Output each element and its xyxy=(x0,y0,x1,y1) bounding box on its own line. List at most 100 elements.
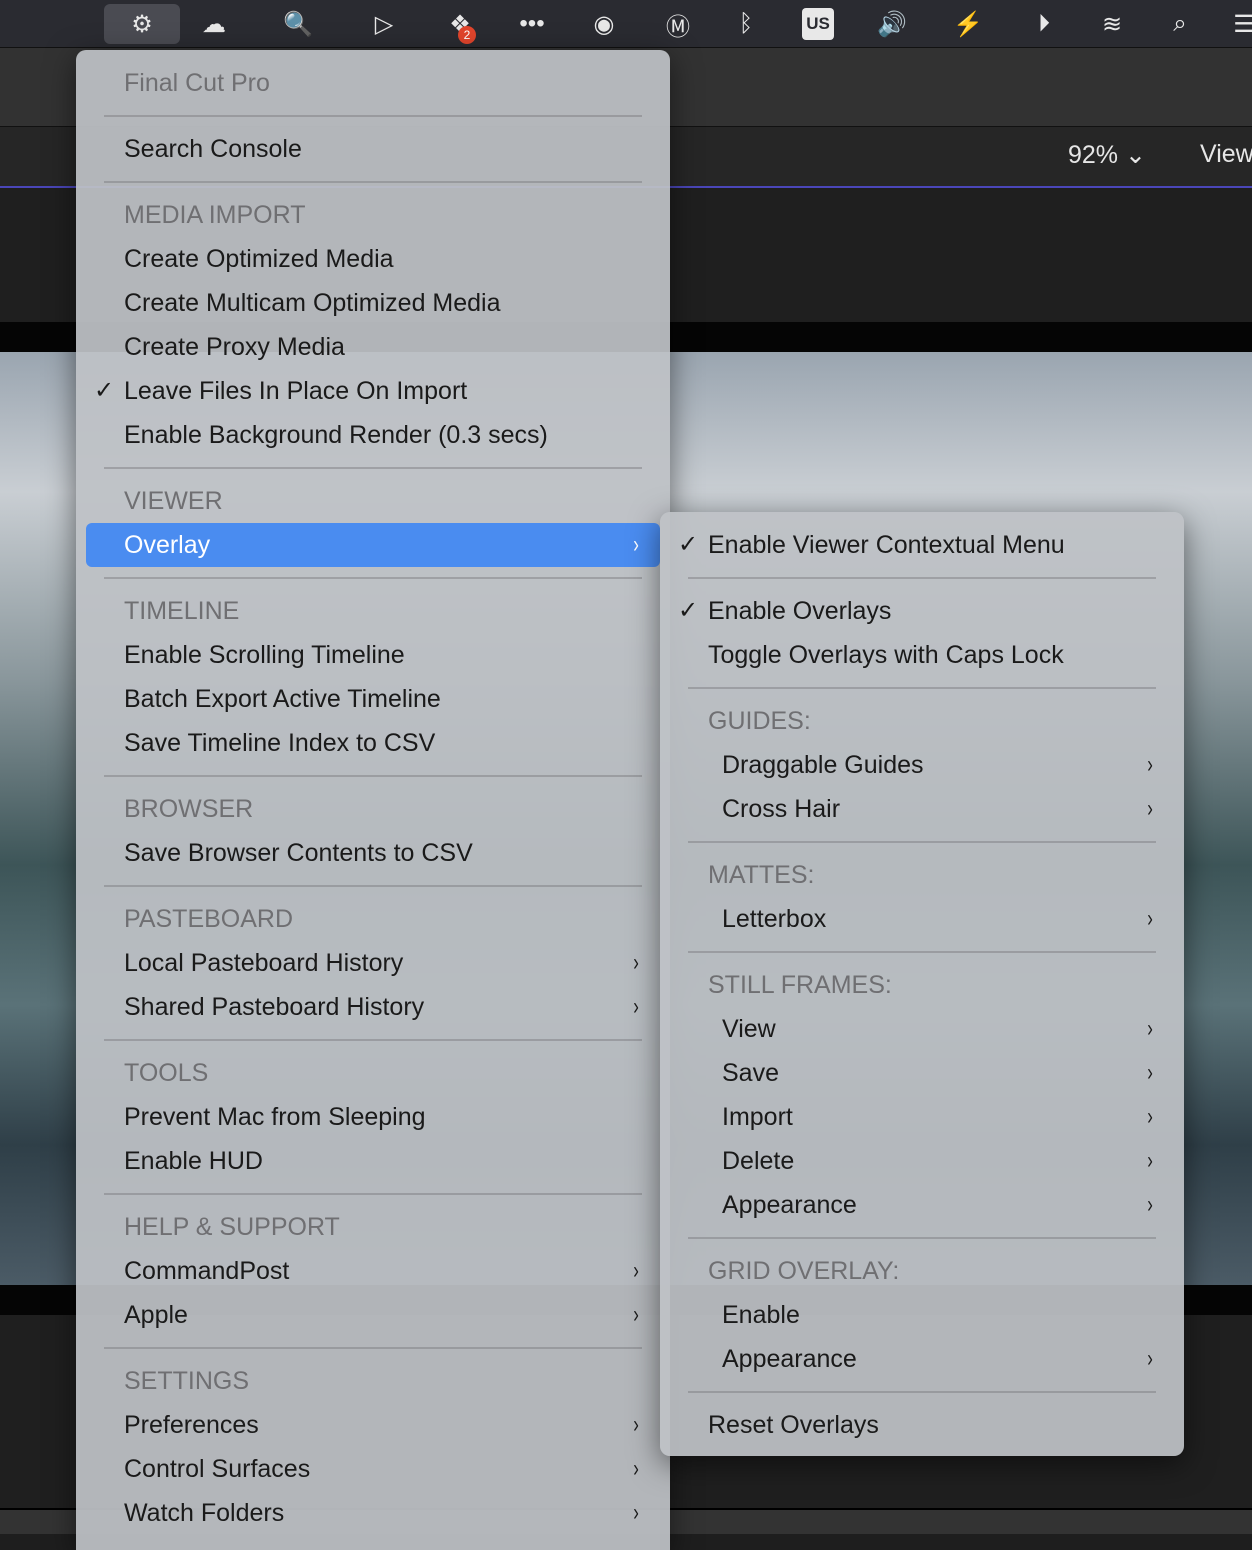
bluetooth-icon[interactable]: ᛒ xyxy=(724,4,768,44)
audio-waveform-icon[interactable]: ◉ xyxy=(582,4,626,44)
menu-item-label: Create Proxy Media xyxy=(124,333,345,361)
commandpost-icon[interactable]: ⚙ xyxy=(104,4,180,44)
battery-charging-icon[interactable]: ⚡ xyxy=(946,4,990,44)
menu-item-watch-folders[interactable]: Watch Folders › xyxy=(76,1491,670,1535)
chevron-right-icon: › xyxy=(1147,751,1153,778)
menu-item-label: STILL FRAMES: xyxy=(708,971,892,999)
menu-item-toggle-overlays-with-caps-lock[interactable]: Toggle Overlays with Caps Lock xyxy=(660,633,1184,677)
menu-item-label: Create Multicam Optimized Media xyxy=(124,289,501,317)
viewer-view-menu[interactable]: View xyxy=(1200,140,1252,169)
menu-item-letterbox[interactable]: Letterbox › xyxy=(660,897,1184,941)
menu-item-label: Import xyxy=(722,1103,793,1131)
menu-item-control-surfaces[interactable]: Control Surfaces › xyxy=(76,1447,670,1491)
menu-item-import[interactable]: Import › xyxy=(660,1095,1184,1139)
dropbox-icon[interactable]: ❖ 2 xyxy=(438,4,482,44)
menu-item-appearance[interactable]: Appearance › xyxy=(660,1337,1184,1381)
menu-item-enable-viewer-contextual-menu[interactable]: ✓ Enable Viewer Contextual Menu xyxy=(660,523,1184,567)
menu-item-label: Prevent Mac from Sleeping xyxy=(124,1103,426,1131)
menu-item-create-proxy-media[interactable]: Create Proxy Media xyxy=(76,325,670,369)
menu-item-label: SETTINGS xyxy=(124,1367,250,1395)
keyboard-input-icon[interactable]: US xyxy=(796,4,840,44)
menu-item-label: Final Cut Pro xyxy=(124,69,270,97)
chevron-right-icon: › xyxy=(633,1411,639,1438)
input-source-label: US xyxy=(802,8,834,40)
menu-item-enable-scrolling-timeline[interactable]: Enable Scrolling Timeline xyxy=(76,633,670,677)
menu-item-label: Search Console xyxy=(124,135,302,163)
menu-item-label: Enable Scrolling Timeline xyxy=(124,641,405,669)
menu-item-label: Watch Folders xyxy=(124,1499,285,1527)
menu-item-label: PASTEBOARD xyxy=(124,905,294,933)
chevron-right-icon: › xyxy=(1147,795,1153,822)
control-center-icon[interactable]: ☰ xyxy=(1222,4,1252,44)
chevron-right-icon: › xyxy=(633,949,639,976)
menu-item-enable-background-render-0-3-secs[interactable]: Enable Background Render (0.3 secs) xyxy=(76,413,670,457)
menu-item-shared-pasteboard-history[interactable]: Shared Pasteboard History › xyxy=(76,985,670,1029)
menu-item-label: Preferences xyxy=(124,1411,259,1439)
menu-item-apple[interactable]: Apple › xyxy=(76,1293,670,1337)
play-icon[interactable]: ⏵ xyxy=(1022,4,1066,44)
menu-item-label: TIMELINE xyxy=(124,597,240,625)
creative-cloud-icon[interactable]: ☁ xyxy=(192,4,236,44)
m-app-icon[interactable]: Ⓜ xyxy=(656,4,700,44)
menu-item-delete[interactable]: Delete › xyxy=(660,1139,1184,1183)
menu-item-label: Enable Background Render (0.3 secs) xyxy=(124,421,548,449)
chevron-right-icon: › xyxy=(633,1301,639,1328)
menu-item-appearance[interactable]: Appearance › xyxy=(660,1183,1184,1227)
menu-item-leave-files-in-place-on-import[interactable]: ✓ Leave Files In Place On Import xyxy=(76,369,670,413)
menu-item-enable-overlays[interactable]: ✓ Enable Overlays xyxy=(660,589,1184,633)
menu-item-label: Save Timeline Index to CSV xyxy=(124,729,436,757)
menu-item-cross-hair[interactable]: Cross Hair › xyxy=(660,787,1184,831)
menu-item-save-timeline-index-to-csv[interactable]: Save Timeline Index to CSV xyxy=(76,721,670,765)
menu-item-label: Enable xyxy=(722,1301,800,1329)
menu-item-prevent-mac-from-sleeping[interactable]: Prevent Mac from Sleeping xyxy=(76,1095,670,1139)
menu-item-label: Reset Overlays xyxy=(708,1411,879,1439)
menu-item-batch-export-active-timeline[interactable]: Batch Export Active Timeline xyxy=(76,677,670,721)
menu-header-tools: TOOLS xyxy=(76,1051,670,1095)
menu-separator xyxy=(76,457,670,479)
viewer-zoom-dropdown[interactable]: 92% ⌄ xyxy=(1068,140,1146,170)
menu-header-browser: BROWSER xyxy=(76,787,670,831)
menu-item-reset-overlays[interactable]: Reset Overlays xyxy=(660,1403,1184,1447)
menu-separator xyxy=(76,765,670,787)
menu-item-label: GUIDES: xyxy=(708,707,811,735)
menu-separator xyxy=(76,1029,670,1051)
chevron-right-icon: › xyxy=(1147,905,1153,932)
volume-icon[interactable]: 🔊 xyxy=(870,4,914,44)
menu-item-search-console[interactable]: Search Console xyxy=(76,127,670,171)
menu-item-label: MATTES: xyxy=(708,861,815,889)
menu-item-draggable-guides[interactable]: Draggable Guides › xyxy=(660,743,1184,787)
menu-item-label: View xyxy=(722,1015,776,1043)
menu-item-enable-hud[interactable]: Enable HUD xyxy=(76,1139,670,1183)
spotlight-search-icon[interactable]: ⌕ xyxy=(1158,4,1202,44)
menu-item-label: Cross Hair xyxy=(722,795,841,823)
menu-item-label: Save Browser Contents to CSV xyxy=(124,839,473,867)
menu-separator xyxy=(76,171,670,193)
chevron-right-icon: › xyxy=(1147,1103,1153,1130)
chevron-right-icon: › xyxy=(1147,1059,1153,1086)
menu-item-commandpost[interactable]: CommandPost › xyxy=(76,1249,670,1293)
menu-item-preferences[interactable]: Preferences › xyxy=(76,1403,670,1447)
menu-item-label: Delete xyxy=(722,1147,795,1175)
menu-item-label: Overlay xyxy=(124,531,211,559)
menu-item-save-browser-contents-to-csv[interactable]: Save Browser Contents to CSV xyxy=(76,831,670,875)
menu-item-label: Local Pasteboard History xyxy=(124,949,404,977)
menu-item-label: Control Surfaces xyxy=(124,1455,311,1483)
menu-item-view[interactable]: View › xyxy=(660,1007,1184,1051)
menu-item-enable[interactable]: Enable xyxy=(660,1293,1184,1337)
search-app-icon[interactable]: 🔍 xyxy=(276,4,320,44)
menu-item-label: Draggable Guides xyxy=(722,751,924,779)
menu-header-help-support: HELP & SUPPORT xyxy=(76,1205,670,1249)
more-dots-icon[interactable]: ••• xyxy=(510,4,554,44)
menu-separator xyxy=(76,1337,670,1359)
menu-item-overlay[interactable]: Overlay › xyxy=(86,523,660,567)
menu-header-guides: GUIDES: xyxy=(660,699,1184,743)
menu-item-save[interactable]: Save › xyxy=(660,1051,1184,1095)
wifi-icon[interactable]: ≋ xyxy=(1090,4,1134,44)
screen-record-icon[interactable]: ▷ xyxy=(362,4,406,44)
menu-item-label: Appearance xyxy=(722,1345,857,1373)
menu-item-create-multicam-optimized-media[interactable]: Create Multicam Optimized Media xyxy=(76,281,670,325)
menu-item-local-pasteboard-history[interactable]: Local Pasteboard History › xyxy=(76,941,670,985)
menu-item-label: Shared Pasteboard History xyxy=(124,993,425,1021)
menu-item-create-optimized-media[interactable]: Create Optimized Media xyxy=(76,237,670,281)
menu-header-grid-overlay: GRID OVERLAY: xyxy=(660,1249,1184,1293)
